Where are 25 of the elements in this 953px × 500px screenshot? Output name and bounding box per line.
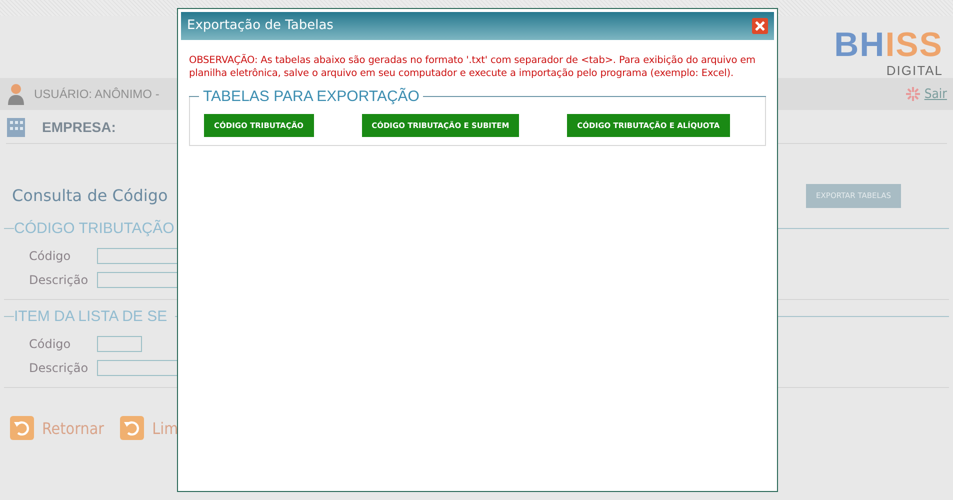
input-field[interactable] [97, 336, 142, 352]
user-icon [6, 83, 26, 105]
action-button[interactable]: Retornar [10, 416, 104, 440]
section-legend: ITEM DA LISTA DE SE [14, 308, 168, 325]
field-label: Código [29, 248, 72, 265]
page-title: Consulta de Código [12, 185, 168, 207]
note-text: OBSERVAÇÃO: As tabelas abaixo são geradas no formato '.txt' com separador de <tab>. Para exibição do arquivo em planilha eletrônica, salve o arquivo em seu computador e execute a importação pelo programa (exemplo: Excel). [189, 54, 757, 80]
logout-link[interactable]: Sair [924, 86, 947, 102]
close-icon[interactable] [752, 18, 768, 34]
user-label: USUÁRIO: ANÔNIMO - [34, 87, 160, 101]
section-legend: TABELAS PARA EXPORTAÇÃO [199, 88, 424, 105]
dialog-title: Exportação de Tabelas [187, 17, 334, 36]
building-icon [6, 116, 26, 138]
field-label: Código [29, 336, 72, 353]
section-legend: CÓDIGO TRIBUTAÇÃO [14, 220, 174, 237]
company-label: EMPRESA: [42, 118, 116, 134]
logo-text: ISS [885, 26, 943, 65]
field-label: Descrição [29, 272, 90, 289]
undo-icon [10, 416, 34, 440]
undo-icon [120, 416, 144, 440]
logout-icon [906, 87, 920, 101]
logo-subtitle: DIGITAL [886, 63, 943, 78]
action-button[interactable]: Lim [120, 416, 178, 440]
logo-text: BH [834, 26, 886, 65]
field-label: Descrição [29, 360, 90, 377]
